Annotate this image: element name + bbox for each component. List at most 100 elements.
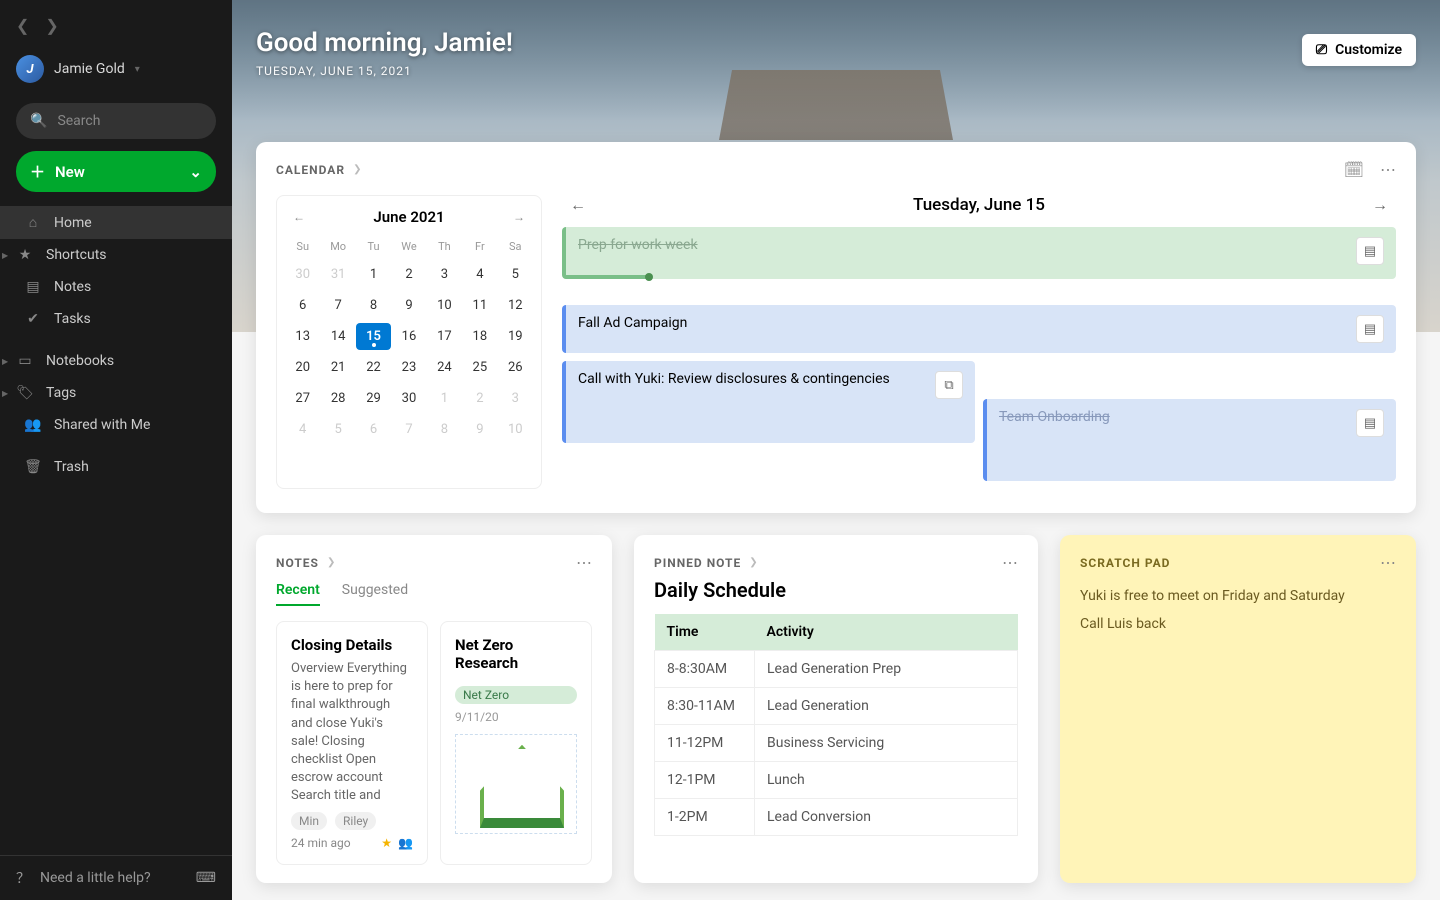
next-month-button[interactable]: → <box>513 210 525 224</box>
pinned-widget-title[interactable]: PINNED NOTE <box>654 556 741 570</box>
help-footer[interactable]: ？ Need a little help? ⌨ <box>0 855 232 900</box>
tab-recent[interactable]: Recent <box>276 582 320 606</box>
calendar-day[interactable]: 4 <box>462 261 497 288</box>
calendar-day[interactable]: 19 <box>498 323 533 350</box>
note-tile-closing-details[interactable]: Closing Details Overview Everything is h… <box>276 621 428 865</box>
calendar-day[interactable]: 7 <box>391 416 426 443</box>
calendar-day[interactable]: 12 <box>498 292 533 319</box>
caret-right-icon[interactable]: ▶ <box>2 389 8 398</box>
calendar-day[interactable]: 21 <box>320 354 355 381</box>
calendar-day[interactable]: 31 <box>320 261 355 288</box>
calendar-day[interactable]: 25 <box>462 354 497 381</box>
table-row: 8-8:30AMLead Generation Prep <box>655 651 1018 688</box>
tab-suggested[interactable]: Suggested <box>342 582 408 606</box>
new-button[interactable]: ＋ New ⌄ <box>16 151 216 192</box>
event-prep-work-week[interactable]: Prep for work week ▤ <box>562 227 1396 279</box>
calendar-day[interactable]: 14 <box>320 323 355 350</box>
calendar-day[interactable]: 2 <box>391 261 426 288</box>
note-tile-net-zero[interactable]: Net Zero Research Net Zero 9/11/20 <box>440 621 592 865</box>
sidebar-item-notebooks[interactable]: ▶ ▭ Notebooks <box>0 345 232 377</box>
dow-label: Su <box>285 236 320 257</box>
calendar-day[interactable]: 3 <box>498 385 533 412</box>
keyboard-icon[interactable]: ⌨ <box>196 870 216 886</box>
note-date: 9/11/20 <box>455 710 577 724</box>
calendar-day[interactable]: 9 <box>391 292 426 319</box>
nav-back-icon[interactable]: ❮ <box>16 16 29 35</box>
calendar-day[interactable]: 1 <box>427 385 462 412</box>
event-team-onboarding[interactable]: Team Onboarding ▤ <box>983 399 1396 481</box>
calendar-day[interactable]: 13 <box>285 323 320 350</box>
calendar-day[interactable]: 17 <box>427 323 462 350</box>
calendar-day[interactable]: 23 <box>391 354 426 381</box>
calendar-day[interactable]: 2 <box>462 385 497 412</box>
more-icon[interactable]: ⋯ <box>1380 160 1396 179</box>
prev-day-button[interactable]: ← <box>570 195 586 215</box>
sidebar-item-trash[interactable]: 🗑 Trash <box>0 451 232 483</box>
event-fall-ad-campaign[interactable]: Fall Ad Campaign ▤ <box>562 305 1396 353</box>
chevron-right-icon: ❯ <box>353 164 361 175</box>
prev-month-button[interactable]: ← <box>293 210 305 224</box>
open-note-icon[interactable]: ▤ <box>1356 315 1384 343</box>
calendar-day[interactable]: 6 <box>356 416 391 443</box>
calendar-day[interactable]: 4 <box>285 416 320 443</box>
scratch-pad-widget: SCRATCH PAD ⋯ Yuki is free to meet on Fr… <box>1060 535 1416 883</box>
next-day-button[interactable]: → <box>1372 195 1388 215</box>
calendar-day[interactable]: 5 <box>320 416 355 443</box>
nav-forward-icon[interactable]: ❯ <box>45 16 58 35</box>
sidebar-item-label: Notebooks <box>46 353 114 369</box>
more-icon[interactable]: ⋯ <box>1380 553 1396 572</box>
calendar-day[interactable]: 27 <box>285 385 320 412</box>
calendar-widget-title[interactable]: CALENDAR <box>276 163 345 177</box>
table-header-time: Time <box>655 614 755 651</box>
open-note-icon[interactable]: ▤ <box>1356 237 1384 265</box>
calendar-day[interactable]: 10 <box>498 416 533 443</box>
calendar-day[interactable]: 8 <box>427 416 462 443</box>
open-note-icon[interactable]: ▤ <box>1356 409 1384 437</box>
event-call-yuki[interactable]: Call with Yuki: Review disclosures & con… <box>562 361 975 443</box>
sidebar-item-label: Tasks <box>54 311 91 327</box>
customize-button[interactable]: ⎚ Customize <box>1302 34 1416 66</box>
notes-widget-title[interactable]: NOTES <box>276 556 319 570</box>
dow-label: Mo <box>320 236 355 257</box>
calendar-day[interactable]: 9 <box>462 416 497 443</box>
search-input[interactable]: 🔍 Search <box>16 103 216 139</box>
calendar-day[interactable]: 28 <box>320 385 355 412</box>
calendar-today-icon[interactable]: 🗓 <box>1344 160 1364 179</box>
calendar-day[interactable]: 10 <box>427 292 462 319</box>
calendar-day[interactable]: 18 <box>462 323 497 350</box>
more-icon[interactable]: ⋯ <box>1002 553 1018 572</box>
calendar-day[interactable]: 16 <box>391 323 426 350</box>
sidebar-item-notes[interactable]: ▤ Notes <box>0 271 232 303</box>
table-row: 11-12PMBusiness Servicing <box>655 725 1018 762</box>
calendar-day[interactable]: 15 <box>356 323 391 350</box>
caret-right-icon[interactable]: ▶ <box>2 357 8 366</box>
calendar-day[interactable]: 26 <box>498 354 533 381</box>
tag-chip: Riley <box>335 812 376 830</box>
sidebar-item-tasks[interactable]: ✔ Tasks <box>0 303 232 335</box>
sidebar-item-shared[interactable]: 👥 Shared with Me <box>0 409 232 441</box>
calendar-day[interactable]: 20 <box>285 354 320 381</box>
link-note-icon[interactable]: ⧉ <box>935 371 963 399</box>
dow-label: Fr <box>462 236 497 257</box>
calendar-day[interactable]: 29 <box>356 385 391 412</box>
more-icon[interactable]: ⋯ <box>576 553 592 572</box>
calendar-day[interactable]: 5 <box>498 261 533 288</box>
calendar-day[interactable]: 8 <box>356 292 391 319</box>
calendar-day[interactable]: 11 <box>462 292 497 319</box>
calendar-day[interactable]: 7 <box>320 292 355 319</box>
caret-right-icon[interactable]: ▶ <box>2 251 8 260</box>
calendar-day[interactable]: 24 <box>427 354 462 381</box>
sidebar-item-tags[interactable]: ▶ 🏷 Tags <box>0 377 232 409</box>
scratch-pad-textarea[interactable]: Yuki is free to meet on Friday and Satur… <box>1080 582 1396 638</box>
cell-activity: Business Servicing <box>755 725 1018 762</box>
calendar-day[interactable]: 30 <box>285 261 320 288</box>
calendar-day[interactable]: 3 <box>427 261 462 288</box>
calendar-day[interactable]: 30 <box>391 385 426 412</box>
sidebar-item-home[interactable]: ⌂ Home <box>0 206 232 239</box>
sidebar-item-shortcuts[interactable]: ▶ ★ Shortcuts <box>0 239 232 271</box>
calendar-day[interactable]: 1 <box>356 261 391 288</box>
calendar-day[interactable]: 22 <box>356 354 391 381</box>
calendar-day[interactable]: 6 <box>285 292 320 319</box>
account-switcher[interactable]: J Jamie Gold ▾ <box>16 47 216 91</box>
dow-label: Tu <box>356 236 391 257</box>
